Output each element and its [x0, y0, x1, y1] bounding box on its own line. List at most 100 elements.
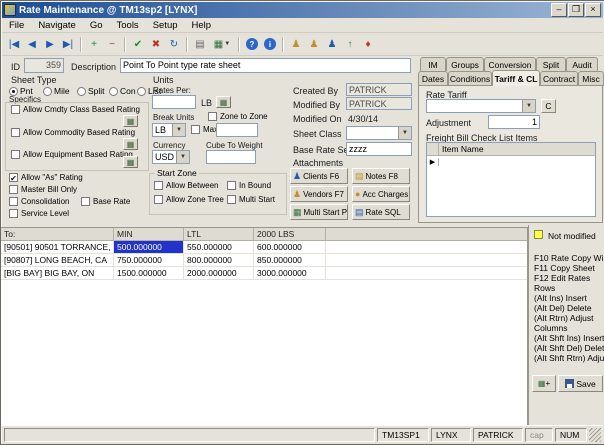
tab-contract[interactable]: Contract — [540, 71, 578, 86]
next-record-icon[interactable]: ▶ — [41, 35, 59, 53]
service-level-checkbox[interactable]: Service Level — [9, 209, 69, 218]
post-edit-icon[interactable]: ✔ — [129, 35, 147, 53]
chevron-down-icon[interactable]: ▼ — [172, 124, 185, 136]
menu-setup[interactable]: Setup — [146, 19, 185, 32]
grid-cell-2000lbs[interactable]: 850.000000 — [254, 254, 326, 267]
tab-conversion[interactable]: Conversion — [484, 57, 536, 71]
insert-record-icon[interactable]: + — [85, 35, 103, 53]
tab-dates[interactable]: Dates — [418, 71, 448, 86]
send-up-icon[interactable]: ↑ — [341, 35, 359, 53]
modified-by-field[interactable]: PATRICK — [346, 97, 412, 110]
rate-grid[interactable]: To: MIN LTL 2000 LBS [90501] 90501 TORRA… — [1, 227, 528, 425]
sheet-class-combo[interactable]: ▼ — [346, 126, 412, 140]
menu-navigate[interactable]: Navigate — [31, 19, 83, 32]
grid-cell-to[interactable]: [90807] LONG BEACH, CA — [1, 254, 114, 267]
grid-cell-2000lbs[interactable]: 3000.000000 — [254, 267, 326, 280]
grid-cell-min[interactable]: 1500.000000 — [114, 267, 184, 280]
first-record-icon[interactable]: |◀ — [5, 35, 23, 53]
checklist-row[interactable]: ▶ — [427, 156, 595, 168]
base-rate-checkbox[interactable]: Base Rate — [81, 197, 130, 206]
rate-tariff-combo[interactable]: ▼ — [426, 99, 536, 113]
vendors-f7-button[interactable]: ♟ Vendors F7 — [290, 186, 348, 202]
commodity-browse-button[interactable]: ▦ — [123, 138, 138, 150]
save-button[interactable]: Save — [558, 375, 603, 392]
info-button[interactable]: i — [261, 35, 279, 53]
chevron-down-icon[interactable]: ▼ — [522, 100, 535, 112]
grid-cell-min-selected[interactable]: 500.000000 — [114, 241, 184, 254]
rates-per-field[interactable] — [152, 95, 196, 109]
multi-start-pts-button[interactable]: ▦ Multi Start Pts — [290, 204, 348, 220]
master-bill-only-checkbox[interactable]: Master Bill Only — [9, 185, 77, 194]
notes-f8-button[interactable]: ▤ Notes F8 — [352, 168, 410, 184]
grid-cell-ltl[interactable]: 550.000000 — [184, 241, 254, 254]
rates-per-browse-button[interactable]: ▦ — [216, 96, 231, 108]
base-rate-seq-field[interactable]: zzzz — [346, 142, 412, 156]
grid-cell-min[interactable]: 750.000000 — [114, 254, 184, 267]
grid-cell-ltl[interactable]: 2000.000000 — [184, 267, 254, 280]
tab-tariff-cl[interactable]: Tariff & CL — [492, 70, 540, 86]
chevron-down-icon[interactable]: ▼ — [176, 151, 189, 163]
vendors-icon[interactable]: ♟ — [305, 35, 323, 53]
grid-cell-ltl[interactable]: 800.000000 — [184, 254, 254, 267]
tab-conditions[interactable]: Conditions — [448, 71, 492, 86]
grid-row[interactable]: [90501] 90501 TORRANCE, CA 500.000000 55… — [1, 241, 527, 254]
titlebar[interactable]: Rate Maintenance @ TM13sp2 [LYNX] – ❒ × — [2, 2, 603, 18]
grid-row[interactable]: [90807] LONG BEACH, CA 750.000000 800.00… — [1, 254, 527, 267]
menu-tools[interactable]: Tools — [110, 19, 146, 32]
delete-record-icon[interactable]: − — [103, 35, 121, 53]
radio-con[interactable]: Con — [109, 86, 136, 96]
multi-start-checkbox[interactable]: Multi Start — [227, 195, 275, 204]
tab-misc[interactable]: Misc — [578, 71, 604, 86]
adjustment-field[interactable]: 1 — [488, 115, 540, 129]
grid-plus-button[interactable]: ▦ + — [532, 375, 556, 392]
last-record-icon[interactable]: ▶| — [59, 35, 77, 53]
equipment-browse-button[interactable]: ▦ — [123, 156, 138, 168]
minimize-button[interactable]: – — [551, 3, 567, 17]
max-field[interactable] — [216, 123, 258, 137]
checklist-listbox[interactable]: Item Name ▶ — [426, 142, 596, 217]
tab-im[interactable]: IM — [420, 57, 446, 71]
grid-row[interactable]: [BIG BAY] BIG BAY, ON 1500.000000 2000.0… — [1, 267, 527, 280]
alerts-icon[interactable]: ♦ — [359, 35, 377, 53]
radio-mile[interactable]: Mile — [43, 86, 70, 96]
resize-grip[interactable] — [589, 428, 601, 442]
in-bound-checkbox[interactable]: In Bound — [227, 181, 271, 190]
currency-combo[interactable]: USD ▼ — [152, 150, 190, 164]
max-checkbox[interactable]: Max — [191, 125, 218, 134]
grid-view-button[interactable]: ▦ ▼ — [209, 35, 235, 53]
menu-go[interactable]: Go — [83, 19, 110, 32]
tab-groups[interactable]: Groups — [446, 57, 484, 71]
allow-cmdty-class-checkbox[interactable]: Allow Cmdty Class Based Rating — [11, 105, 140, 114]
users-icon[interactable]: ♟ — [323, 35, 341, 53]
id-field[interactable]: 359 — [24, 58, 64, 73]
print-icon[interactable]: ▤ — [191, 35, 209, 53]
grid-cell-to[interactable]: [BIG BAY] BIG BAY, ON — [1, 267, 114, 280]
zone-to-zone-checkbox[interactable]: Zone to Zone — [208, 112, 268, 121]
radio-split[interactable]: Split — [77, 86, 105, 96]
grid-cell-to[interactable]: [90501] 90501 TORRANCE, CA — [1, 241, 114, 254]
menu-help[interactable]: Help — [185, 19, 219, 32]
prior-record-icon[interactable]: ◀ — [23, 35, 41, 53]
allow-as-rating-checkbox[interactable]: ✔ Allow "As" Rating — [9, 173, 83, 182]
c-button[interactable]: C — [541, 99, 556, 113]
chevron-down-icon[interactable]: ▼ — [398, 127, 411, 139]
rate-sql-button[interactable]: ▤ Rate SQL — [352, 204, 410, 220]
cube-to-weight-field[interactable] — [206, 150, 256, 164]
consolidation-checkbox[interactable]: Consolidation — [9, 197, 69, 206]
cancel-edit-icon[interactable]: ✖ — [147, 35, 165, 53]
refresh-icon[interactable]: ↻ — [165, 35, 183, 53]
acc-charges-button[interactable]: ● Acc Charges — [352, 186, 410, 202]
help-button[interactable]: ? — [243, 35, 261, 53]
allow-zone-tree-checkbox[interactable]: Allow Zone Tree — [154, 195, 224, 204]
allow-between-checkbox[interactable]: Allow Between — [154, 181, 218, 190]
cmdty-class-browse-button[interactable]: ▦ — [123, 115, 138, 127]
grid-cell-2000lbs[interactable]: 600.000000 — [254, 241, 326, 254]
clients-f6-button[interactable]: ♟ Clients F6 — [290, 168, 348, 184]
tab-audit[interactable]: Audit — [566, 57, 598, 71]
maximize-button[interactable]: ❒ — [568, 3, 584, 17]
tab-split[interactable]: Split — [536, 57, 566, 71]
allow-commodity-checkbox[interactable]: Allow Commodity Based Rating — [11, 128, 135, 137]
created-by-field[interactable]: PATRICK — [346, 83, 412, 96]
description-field[interactable]: Point To Point type rate sheet — [120, 58, 411, 73]
clients-icon[interactable]: ♟ — [287, 35, 305, 53]
